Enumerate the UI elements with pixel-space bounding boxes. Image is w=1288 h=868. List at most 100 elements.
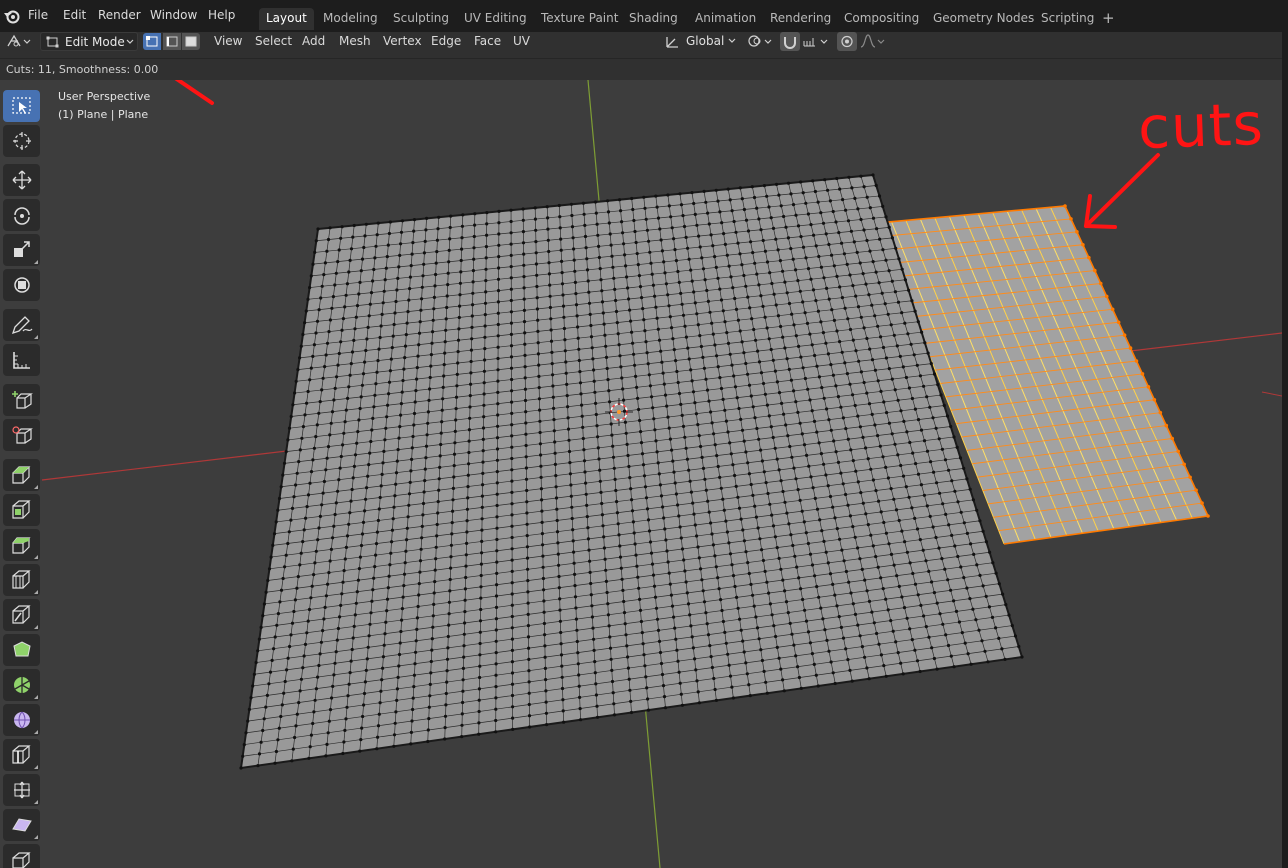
editor-type-button[interactable] (4, 32, 34, 51)
tab-modeling[interactable]: Modeling (316, 8, 385, 30)
loop-cut-tool[interactable] (3, 564, 40, 596)
menu-add[interactable]: Add (302, 34, 325, 48)
measure-ruler-icon (13, 352, 30, 369)
tab-texture-paint[interactable]: Texture Paint (534, 8, 625, 30)
chevron-down-icon (126, 39, 134, 44)
viewport-perspective-label: User Perspective (58, 90, 151, 103)
edge-select-mode-button[interactable] (163, 33, 181, 50)
measure-tool[interactable] (3, 344, 40, 376)
inset-faces-tool[interactable] (3, 494, 40, 526)
edge-select-icon (166, 36, 178, 47)
transform-tool[interactable] (3, 269, 40, 301)
spin-duplicate-tool[interactable] (3, 419, 40, 451)
tool-options-corner (34, 625, 38, 629)
shrink-fatten-tool[interactable] (3, 774, 40, 806)
smooth-tool[interactable] (3, 704, 40, 736)
viewport-scene[interactable] (0, 80, 1282, 868)
menu-face[interactable]: Face (474, 34, 501, 48)
orientation-icon (666, 37, 678, 48)
poly-build-tool[interactable] (3, 634, 40, 666)
cursor-tool[interactable] (3, 125, 40, 157)
face-select-icon (185, 36, 197, 47)
scale-tool[interactable] (3, 234, 40, 266)
rotate-tool[interactable] (3, 199, 40, 231)
orientation-label: Global (686, 34, 725, 48)
select-box-tool[interactable] (3, 90, 40, 122)
proportional-falloff-dropdown[interactable] (858, 32, 888, 51)
annotation-cuts-label: cuts (1136, 89, 1265, 163)
tool-options-corner (34, 590, 38, 594)
editor-type-icon (7, 34, 31, 47)
annotate-tool[interactable] (3, 309, 40, 341)
top-menu-bar: File Edit Render Window Help Layout Mode… (0, 0, 1288, 32)
menu-select[interactable]: Select (255, 34, 292, 48)
tool-options-corner (34, 555, 38, 559)
move-tool[interactable] (3, 164, 40, 196)
mode-dropdown[interactable]: Edit Mode (40, 32, 138, 51)
face-select-mode-button[interactable] (182, 33, 200, 50)
right-region-strip[interactable] (1282, 32, 1288, 868)
extrude-cursor-icon (12, 426, 33, 444)
proportional-edit-icon (841, 35, 853, 48)
shear-tool[interactable] (3, 809, 40, 841)
tool-options-corner (34, 695, 38, 699)
extrude-icon (12, 466, 31, 484)
select-box-icon (12, 97, 31, 114)
snap-increment-icon (803, 38, 828, 47)
vertex-select-icon (146, 36, 158, 47)
tab-scripting[interactable]: Scripting (1034, 8, 1101, 30)
tool-options-corner (34, 765, 38, 769)
menu-edit[interactable]: Edit (63, 8, 86, 22)
add-cube-tool[interactable] (3, 384, 40, 416)
add-workspace-button[interactable]: + (1102, 9, 1115, 27)
inset-icon (12, 500, 31, 519)
annotation-arrow-cuts (1084, 153, 1160, 229)
3d-viewport[interactable]: User Perspective (1) Plane | Plane (0, 80, 1282, 868)
menu-uv[interactable]: UV (513, 34, 530, 48)
menu-render[interactable]: Render (98, 8, 141, 22)
shear-icon (12, 818, 32, 832)
edge-slide-tool[interactable] (3, 739, 40, 771)
proportional-editing-toggle[interactable] (837, 32, 857, 51)
tool-options-corner (34, 260, 38, 264)
menu-edge[interactable]: Edge (431, 34, 461, 48)
loop-cut-icon (12, 570, 31, 589)
vertex-select-mode-button[interactable] (143, 33, 161, 50)
chevron-down-icon (728, 38, 736, 43)
tab-compositing[interactable]: Compositing (837, 8, 926, 30)
knife-tool[interactable] (3, 599, 40, 631)
blender-logo-icon[interactable] (2, 6, 22, 26)
move-icon (12, 170, 32, 190)
viewport-object-label: (1) Plane | Plane (58, 108, 149, 121)
cursor-icon (13, 132, 31, 150)
menu-view[interactable]: View (214, 34, 242, 48)
tab-rendering[interactable]: Rendering (763, 8, 838, 30)
spin-tool[interactable] (3, 669, 40, 701)
rip-region-tool[interactable] (3, 844, 40, 868)
extrude-region-tool[interactable] (3, 459, 40, 491)
tab-shading[interactable]: Shading (622, 8, 685, 30)
pivot-icon (748, 35, 772, 47)
smooth-sphere-icon (14, 711, 30, 729)
add-cube-icon (12, 391, 33, 409)
menu-mesh[interactable]: Mesh (339, 34, 371, 48)
transform-orientation-dropdown[interactable]: Global (662, 32, 740, 51)
scale-icon (14, 241, 30, 257)
snap-target-dropdown[interactable] (801, 32, 831, 51)
menu-vertex[interactable]: Vertex (383, 34, 422, 48)
magnet-icon (784, 37, 796, 49)
pivot-point-dropdown[interactable] (745, 32, 775, 51)
snap-toggle[interactable] (780, 32, 800, 51)
axis-stub (1261, 391, 1282, 397)
tab-uv-editing[interactable]: UV Editing (457, 8, 534, 30)
tab-geometry-nodes[interactable]: Geometry Nodes (926, 8, 1041, 30)
menu-help[interactable]: Help (208, 8, 235, 22)
tab-layout[interactable]: Layout (259, 8, 314, 30)
bevel-tool[interactable] (3, 529, 40, 561)
menu-window[interactable]: Window (150, 8, 197, 22)
tab-animation[interactable]: Animation (688, 8, 763, 30)
viewport-header: Edit Mode View Select Add Mesh Vertex Ed… (0, 32, 1282, 52)
tool-options-corner (34, 485, 38, 489)
tab-sculpting[interactable]: Sculpting (386, 8, 456, 30)
menu-file[interactable]: File (28, 8, 48, 22)
